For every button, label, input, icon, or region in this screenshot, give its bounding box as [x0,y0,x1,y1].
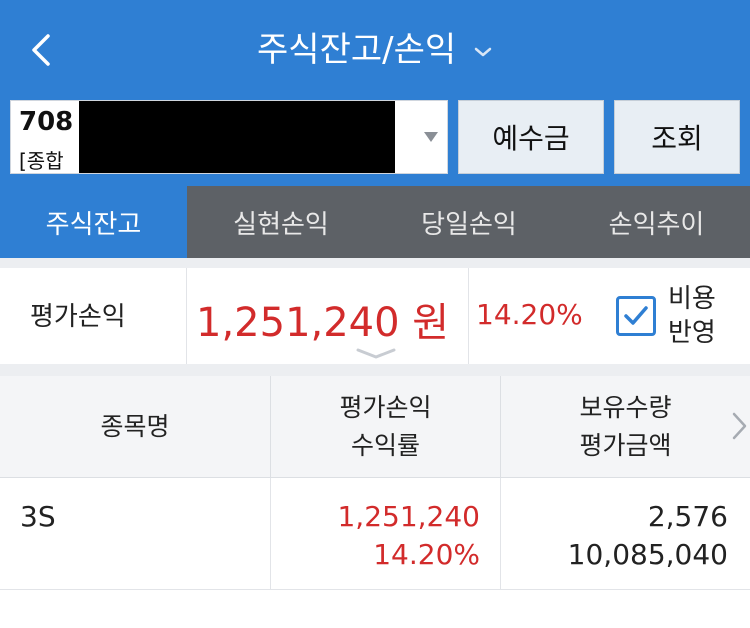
column-header-qty[interactable]: 보유수량 평가금액 [500,376,750,478]
account-number: 708 [19,107,74,137]
chevron-right-icon[interactable] [730,406,748,446]
stock-pl-cell: 1,251,240 14.20% [270,498,480,574]
summary-divider [468,268,469,364]
divider-band [0,258,750,268]
table-header: 종목명 평가손익 수익률 보유수량 평가금액 [0,376,750,478]
tab-pl-trend[interactable]: 손익추이 [563,186,750,258]
expand-chevron-down-icon[interactable] [356,348,396,360]
page-title-dropdown[interactable]: 주식잔고/손익 [0,26,750,74]
include-cost-label-line1: 비용 [668,284,716,314]
query-button[interactable]: 조회 [614,100,740,174]
account-type: [종합 [19,149,64,173]
include-cost-label: 비용 반영 [668,282,716,350]
deposit-button[interactable]: 예수금 [458,100,604,174]
column-header-rate-label: 수익률 [350,431,420,460]
stock-rate: 14.20% [373,538,480,571]
chevron-down-icon [474,47,492,56]
column-header-name[interactable]: 종목명 [0,376,270,478]
stock-name: 3S [20,500,56,533]
tab-realized-pl[interactable]: 실현손익 [187,186,375,258]
summary-divider [186,268,187,364]
column-header-qty-label: 보유수량 [579,393,672,422]
app-header: 주식잔고/손익 [0,0,750,96]
table-row[interactable]: 3S 1,251,240 14.20% 2,576 10,085,040 [0,478,750,590]
account-redaction [79,101,395,173]
stock-qty-cell: 2,576 10,085,040 [500,498,728,574]
check-icon [624,306,648,325]
column-header-name-label: 종목명 [100,412,170,441]
divider-band [0,364,750,376]
triangle-down-icon [424,132,438,142]
account-selector[interactable]: 708 [종합 [10,100,448,174]
column-header-pl[interactable]: 평가손익 수익률 [270,376,500,478]
summary-amount: 1,251,240 원 [196,300,450,346]
tab-daily-pl[interactable]: 당일손익 [375,186,563,258]
pl-summary: 평가손익 1,251,240 원 14.20% 비용 반영 [0,268,750,364]
column-header-value-label: 평가금액 [579,431,672,460]
column-header-pl-label: 평가손익 [339,393,432,422]
summary-rate: 14.20% [476,298,583,331]
tab-bar: 주식잔고 실현손익 당일손익 손익추이 [0,186,750,258]
stock-pl: 1,251,240 [337,500,480,533]
page-title: 주식잔고/손익 [257,30,457,70]
stock-qty: 2,576 [647,500,728,533]
summary-label: 평가손익 [30,302,126,332]
include-cost-checkbox[interactable] [616,296,656,336]
tab-stock-balance[interactable]: 주식잔고 [0,186,187,258]
include-cost-label-line2: 반영 [668,318,716,348]
stock-value: 10,085,040 [567,538,728,571]
